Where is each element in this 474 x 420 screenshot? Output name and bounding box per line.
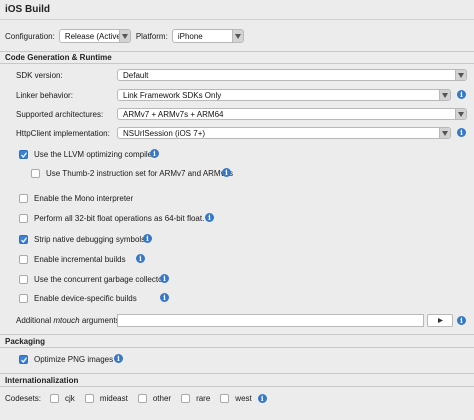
mtouch-arguments-input[interactable] <box>117 314 424 327</box>
codeset-west[interactable]: west <box>220 393 252 403</box>
chevron-down-icon <box>455 109 466 119</box>
incremental-builds-label: Enable incremental builds <box>34 254 126 264</box>
section-divider <box>0 51 474 52</box>
optimize-png-checkbox[interactable] <box>19 354 28 364</box>
concurrent-gc-checkbox-row[interactable]: Use the concurrent garbage collector <box>19 274 165 284</box>
platform-select[interactable]: iPhone <box>171 29 244 43</box>
codeset-cjk-checkbox[interactable] <box>50 393 60 403</box>
supported-architectures-value: ARMv7 + ARMv7s + ARM64 <box>123 109 224 119</box>
llvm-checkbox[interactable] <box>19 149 28 159</box>
codeset-other-checkbox[interactable] <box>137 393 147 403</box>
supported-architectures-select[interactable]: ARMv7 + ARMv7s + ARM64 <box>117 108 467 120</box>
strip-symbols-checkbox[interactable] <box>19 234 28 244</box>
info-icon[interactable]: i <box>205 213 214 222</box>
strip-symbols-label: Strip native debugging symbols <box>34 234 146 244</box>
device-builds-checkbox-row[interactable]: Enable device-specific builds <box>19 293 137 303</box>
optimize-png-label: Optimize PNG images <box>34 354 114 364</box>
info-icon[interactable]: i <box>114 354 123 363</box>
codeset-cjk-label: cjk <box>65 393 75 403</box>
codeset-cjk[interactable]: cjk <box>50 393 75 403</box>
chevron-down-icon <box>231 30 243 42</box>
sdk-version-value: Default <box>123 70 149 80</box>
float64-checkbox[interactable] <box>19 213 28 223</box>
info-icon[interactable]: i <box>160 274 169 283</box>
info-icon[interactable]: i <box>143 234 152 243</box>
codesets-row: Codesets: cjk mideast other rare west i <box>5 393 267 403</box>
linker-behavior-value: Link Framework SDKs Only <box>123 90 222 100</box>
linker-behavior-select[interactable]: Link Framework SDKs Only <box>117 89 451 101</box>
codeset-rare[interactable]: rare <box>181 393 211 403</box>
section-heading-codegen: Code Generation & Runtime <box>5 53 112 62</box>
info-icon[interactable]: i <box>457 316 466 325</box>
incremental-builds-checkbox-row[interactable]: Enable incremental builds <box>19 254 126 264</box>
incremental-builds-checkbox[interactable] <box>19 254 28 264</box>
section-divider <box>0 334 474 335</box>
configuration-row: Configuration: Release (Active) Platform… <box>5 29 244 43</box>
info-icon[interactable]: i <box>457 90 466 99</box>
chevron-down-icon <box>439 90 450 100</box>
httpclient-label: HttpClient implementation: <box>16 129 110 138</box>
mtouch-arguments-menu-button[interactable] <box>427 314 453 327</box>
device-builds-label: Enable device-specific builds <box>34 293 137 303</box>
codeset-mideast-checkbox[interactable] <box>84 393 94 403</box>
codeset-rare-checkbox[interactable] <box>181 393 191 403</box>
chevron-down-icon <box>439 128 450 138</box>
title-bar: iOS Build <box>0 0 474 20</box>
codeset-west-label: west <box>235 393 252 403</box>
section-divider <box>0 347 474 348</box>
section-divider <box>0 63 474 64</box>
concurrent-gc-label: Use the concurrent garbage collector <box>34 274 166 284</box>
mtouch-arguments-label: Additional mtouch arguments: <box>16 316 122 325</box>
thumb2-label: Use Thumb-2 instruction set for ARMv7 an… <box>46 168 234 178</box>
concurrent-gc-checkbox[interactable] <box>19 274 28 284</box>
float64-label: Perform all 32-bit float operations as 6… <box>34 213 205 223</box>
section-heading-internationalization: Internationalization <box>5 376 79 385</box>
platform-value: iPhone <box>177 31 203 41</box>
llvm-checkbox-row[interactable]: Use the LLVM optimizing compiler <box>19 149 155 159</box>
chevron-down-icon <box>455 70 466 80</box>
section-divider <box>0 373 474 374</box>
codeset-rare-label: rare <box>196 393 211 403</box>
sdk-version-select[interactable]: Default <box>117 69 467 81</box>
linker-behavior-label: Linker behavior: <box>16 91 73 100</box>
optimize-png-checkbox-row[interactable]: Optimize PNG images <box>19 354 113 364</box>
info-icon[interactable]: i <box>222 168 231 177</box>
thumb2-checkbox[interactable] <box>31 168 40 178</box>
window-title: iOS Build <box>5 4 50 15</box>
float64-checkbox-row[interactable]: Perform all 32-bit float operations as 6… <box>19 213 204 223</box>
platform-label: Platform: <box>135 31 168 41</box>
info-icon[interactable]: i <box>457 128 466 137</box>
codeset-mideast[interactable]: mideast <box>84 393 128 403</box>
codeset-other[interactable]: other <box>137 393 172 403</box>
info-icon[interactable]: i <box>257 393 267 403</box>
mono-interpreter-checkbox-row[interactable]: Enable the Mono interpreter <box>19 193 133 203</box>
codeset-west-checkbox[interactable] <box>220 393 230 403</box>
strip-symbols-checkbox-row[interactable]: Strip native debugging symbols <box>19 234 145 244</box>
sdk-version-label: SDK version: <box>16 71 63 80</box>
info-icon[interactable]: i <box>150 149 159 158</box>
section-divider <box>0 386 474 387</box>
codeset-other-label: other <box>152 393 172 403</box>
configuration-select[interactable]: Release (Active) <box>58 29 131 43</box>
httpclient-value: NSUrlSession (iOS 7+) <box>123 128 206 138</box>
configuration-label: Configuration: <box>5 31 55 41</box>
chevron-down-icon <box>118 30 130 42</box>
mono-interpreter-label: Enable the Mono interpreter <box>34 193 134 203</box>
thumb2-checkbox-row[interactable]: Use Thumb-2 instruction set for ARMv7 an… <box>31 168 233 178</box>
section-heading-packaging: Packaging <box>5 337 46 346</box>
info-icon[interactable]: i <box>160 293 169 302</box>
info-icon[interactable]: i <box>136 254 145 263</box>
llvm-label: Use the LLVM optimizing compiler <box>34 149 155 159</box>
play-icon <box>437 318 443 323</box>
device-builds-checkbox[interactable] <box>19 293 28 303</box>
codesets-label: Codesets: <box>5 393 42 403</box>
mono-interpreter-checkbox[interactable] <box>19 193 28 203</box>
configuration-value: Release (Active) <box>64 31 124 41</box>
httpclient-select[interactable]: NSUrlSession (iOS 7+) <box>117 127 451 139</box>
supported-architectures-label: Supported architectures: <box>16 110 104 119</box>
codeset-mideast-label: mideast <box>99 393 128 403</box>
